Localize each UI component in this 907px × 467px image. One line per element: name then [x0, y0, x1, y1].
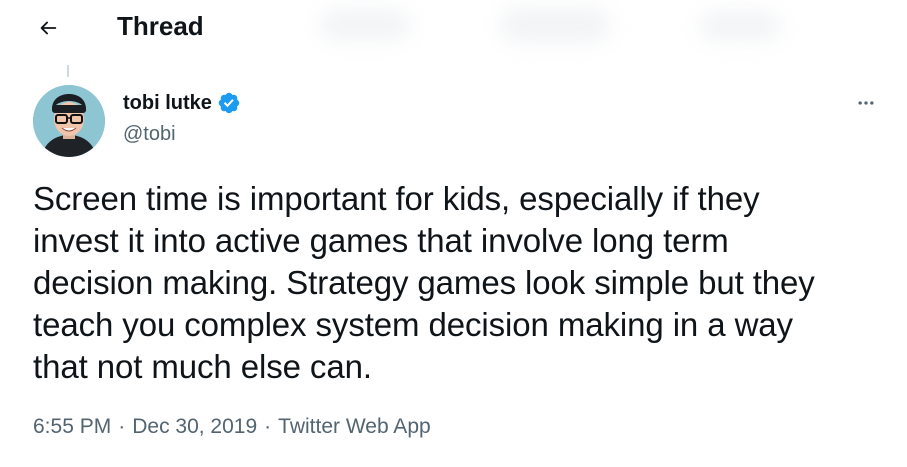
tweet-date[interactable]: Dec 30, 2019	[132, 413, 257, 441]
avatar-photo	[33, 85, 105, 157]
thread-header: Thread	[0, 0, 907, 54]
page-title: Thread	[117, 11, 204, 41]
verified-badge-icon	[218, 92, 240, 114]
meta-separator: ·	[118, 415, 126, 438]
thread-connector-line	[67, 65, 69, 77]
tweet-source[interactable]: Twitter Web App	[278, 413, 431, 441]
author-handle[interactable]: @tobi	[123, 120, 176, 148]
tweet-meta: 6:55 PM · Dec 30, 2019 · Twitter Web App	[33, 413, 431, 441]
more-horizontal-icon	[858, 101, 874, 105]
thread-page: Thread tobi lutke @tobi Screen time is i…	[0, 0, 907, 467]
more-options-button[interactable]	[846, 86, 886, 120]
author-name-row[interactable]: tobi lutke	[123, 89, 241, 117]
tweet-time[interactable]: 6:55 PM	[33, 413, 111, 441]
arrow-left-icon	[40, 21, 57, 35]
author-name[interactable]: tobi lutke	[123, 89, 212, 117]
meta-separator: ·	[264, 415, 272, 438]
avatar[interactable]	[33, 85, 105, 157]
tweet-text: Screen time is important for kids, espec…	[33, 180, 815, 385]
back-button[interactable]	[28, 8, 68, 48]
